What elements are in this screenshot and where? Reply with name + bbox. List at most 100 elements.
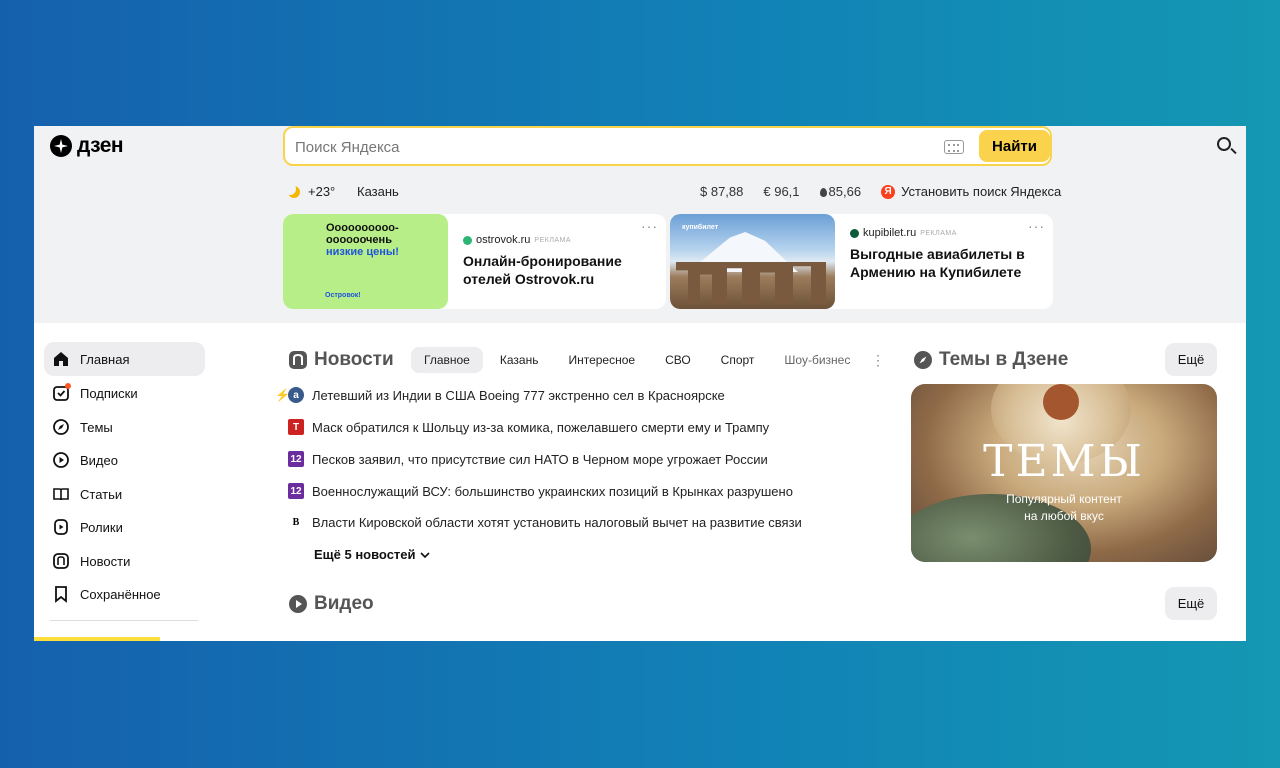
- topics-section-title[interactable]: Темы в Дзене: [913, 349, 1068, 371]
- breaking-icon: ⚡: [275, 388, 290, 402]
- chevron-down-icon: [419, 551, 430, 558]
- moon-icon: [284, 182, 300, 198]
- clips-icon: [52, 518, 70, 536]
- kupibilet-icon: [850, 228, 859, 238]
- yandex-icon: Я: [881, 184, 896, 199]
- tabs-more-icon[interactable]: ⋮: [871, 352, 885, 369]
- ad-title: Выгодные авиабилеты в Армению на Купибил…: [850, 246, 1025, 280]
- sidebar-item-label: Статьи: [80, 486, 123, 502]
- search-icon[interactable]: [1217, 137, 1231, 151]
- search-bar: Найти: [283, 126, 1052, 166]
- ad-image-text: Оооооооооо- оооооочень: [326, 222, 399, 246]
- sidebar-item-label: Главная: [80, 351, 130, 367]
- news-source-icon: В: [288, 514, 304, 530]
- topics-card-subtitle: Популярный контент: [1006, 492, 1122, 506]
- ad-label: РЕКЛАМА: [534, 236, 572, 244]
- ad-image-brand: Островок!: [325, 292, 361, 299]
- tab-kazan[interactable]: Казань: [487, 347, 552, 373]
- more-news-button[interactable]: Ещё 5 новостей: [314, 547, 430, 562]
- sidebar-item-home[interactable]: Главная: [44, 342, 205, 376]
- header-area: дзен Найти +23° Казань $ 87,88 € 96,1 85…: [34, 126, 1246, 323]
- temperature: +23°: [308, 184, 336, 199]
- sidebar-item-label: Сохранённое: [80, 586, 161, 602]
- news-item[interactable]: 12 Военнослужащий ВСУ: большинство украи…: [288, 483, 793, 499]
- news-source-icon: 12: [288, 483, 304, 499]
- sidebar-item-label: Ролики: [80, 519, 123, 535]
- video-title: Видео: [314, 593, 374, 614]
- book-icon: [52, 485, 70, 503]
- news-item-text: Маск обратился к Шольцу из-за комика, по…: [312, 419, 770, 435]
- weather[interactable]: +23°: [284, 182, 336, 199]
- logo-text: дзен: [77, 134, 124, 157]
- ad-label: РЕКЛАМА: [920, 229, 957, 237]
- ad-image-highlight: низкие цены!: [326, 246, 399, 258]
- sidebar-item-label: Новости: [80, 553, 131, 569]
- news-source-icon: Т: [288, 419, 304, 435]
- news-item[interactable]: 12 Песков заявил, что присутствие сил НА…: [288, 451, 768, 467]
- sidebar-item-label: Видео: [80, 452, 118, 468]
- install-search-link[interactable]: Я Установить поиск Яндекса: [881, 184, 1061, 199]
- ad-source-name: ostrovok.ru: [476, 234, 531, 246]
- news-source-icon: 12: [288, 451, 304, 467]
- more-news-label: Ещё 5 новостей: [314, 547, 416, 562]
- search-input[interactable]: [295, 136, 925, 158]
- ad-card-ostrovok[interactable]: Оооооооооо- оооооочень низкие цены! Остр…: [283, 214, 666, 309]
- city-label: Казань: [357, 184, 399, 199]
- ad-more-icon[interactable]: ···: [1028, 218, 1045, 234]
- sidebar-item-news[interactable]: Новости: [44, 544, 205, 578]
- rates-bar: $ 87,88 € 96,1 85,66 Я Установить поиск …: [700, 184, 1061, 199]
- dzen-logo-icon: [50, 135, 72, 157]
- ad-source-name: kupibilet.ru: [863, 227, 917, 239]
- topics-more-button[interactable]: Ещё: [1165, 343, 1217, 376]
- video-more-button[interactable]: Ещё: [1165, 587, 1217, 620]
- city[interactable]: Казань: [357, 184, 399, 199]
- topics-promo-card[interactable]: ТЕМЫ Популярный контент на любой вкус: [911, 384, 1217, 562]
- eur-rate[interactable]: € 96,1: [763, 184, 799, 199]
- ad-image-brand: купибилет: [682, 224, 719, 231]
- bookmark-icon: [52, 585, 70, 603]
- ad-more-icon[interactable]: ···: [641, 218, 658, 234]
- news-item[interactable]: Т Маск обратился к Шольцу из-за комика, …: [288, 419, 769, 435]
- video-section-title[interactable]: Видео: [288, 593, 374, 615]
- ruins-shape: [676, 262, 826, 304]
- tab-svo[interactable]: СВО: [652, 347, 704, 373]
- video-icon: [52, 451, 70, 469]
- keyboard-icon[interactable]: [944, 140, 964, 154]
- compass-icon: [52, 418, 70, 436]
- news-icon: [52, 552, 70, 570]
- tab-main[interactable]: Главное: [411, 347, 483, 373]
- browser-viewport: дзен Найти +23° Казань $ 87,88 € 96,1 85…: [34, 126, 1246, 641]
- news-item-text: Власти Кировской области хотят установит…: [312, 514, 802, 530]
- tab-interesting[interactable]: Интересное: [555, 347, 648, 373]
- subscriptions-icon: [52, 383, 71, 402]
- tab-showbiz[interactable]: Шоу-бизнес: [771, 347, 863, 373]
- oil-rate[interactable]: 85,66: [819, 184, 862, 199]
- sidebar-item-subscriptions[interactable]: Подписки: [44, 376, 205, 410]
- home-icon: [52, 350, 70, 368]
- sidebar-item-saved[interactable]: Сохранённое: [44, 577, 205, 611]
- video-section-icon: [288, 594, 308, 614]
- logo[interactable]: дзен: [50, 134, 124, 158]
- ad-title: Онлайн-бронирование отелей Ostrovok.ru: [463, 253, 622, 287]
- compass-shape: [1043, 384, 1079, 420]
- usd-rate[interactable]: $ 87,88: [700, 184, 743, 199]
- news-item[interactable]: ⚡ а Летевший из Индии в США Boeing 777 э…: [275, 387, 725, 403]
- ad-card-kupibilet[interactable]: купибилет kupibilet.ru РЕКЛАМА Выгодные …: [670, 214, 1053, 309]
- sidebar-item-label: Подписки: [80, 385, 138, 401]
- oil-rate-value: 85,66: [828, 184, 862, 199]
- topics-compass-icon: [913, 350, 933, 370]
- search-button[interactable]: Найти: [979, 130, 1050, 162]
- sidebar-item-articles[interactable]: Статьи: [44, 477, 205, 511]
- sidebar-item-topics[interactable]: Темы: [44, 410, 205, 444]
- sidebar-item-clips[interactable]: Ролики: [44, 510, 205, 544]
- notification-dot: [65, 383, 71, 389]
- tab-sport[interactable]: Спорт: [708, 347, 768, 373]
- news-tabs: Главное Казань Интересное СВО Спорт Шоу-…: [411, 347, 863, 373]
- oil-drop-icon: [819, 188, 827, 197]
- news-item-text: Песков заявил, что присутствие сил НАТО …: [312, 451, 768, 467]
- news-section-title[interactable]: Новости: [288, 349, 394, 371]
- sidebar-item-label: Темы: [80, 419, 113, 435]
- ostrovok-icon: [463, 235, 472, 245]
- sidebar-item-video[interactable]: Видео: [44, 443, 205, 477]
- news-item[interactable]: В Власти Кировской области хотят установ…: [288, 514, 802, 530]
